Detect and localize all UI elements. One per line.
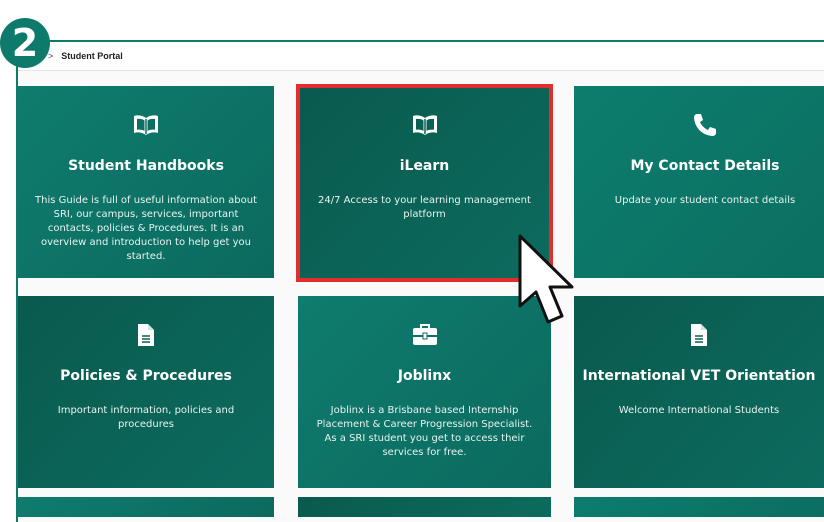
breadcrumb-current[interactable]: Student Portal	[61, 51, 123, 61]
document-icon	[574, 322, 824, 348]
tile-partial[interactable]	[298, 497, 551, 517]
tile-description: This Guide is full of useful information…	[35, 195, 257, 262]
tile-description: Update your student contact details	[614, 195, 796, 206]
briefcase-icon	[298, 322, 551, 348]
tile-partial[interactable]	[18, 497, 274, 517]
step-number-badge: 2	[0, 18, 50, 68]
mouse-pointer-icon	[516, 232, 588, 336]
tile-title: My Contact Details	[630, 158, 780, 174]
selection-highlight	[296, 84, 553, 282]
tile-international-vet-orientation[interactable]: International VET Orientation Welcome In…	[574, 296, 824, 488]
tile-description: Welcome International Students	[618, 405, 780, 416]
tile-joblinx[interactable]: Joblinx Joblinx is a Brisbane based Inte…	[298, 296, 551, 488]
tile-policies-procedures[interactable]: Policies & Procedures Important informat…	[18, 296, 274, 488]
tile-my-contact-details[interactable]: My Contact Details Update your student c…	[574, 86, 824, 278]
tile-title: Policies & Procedures	[60, 368, 232, 384]
phone-icon	[574, 112, 824, 138]
tile-description: Joblinx is a Brisbane based Internship P…	[316, 405, 533, 458]
tile-description: Important information, policies and proc…	[57, 405, 235, 430]
book-icon	[18, 114, 274, 140]
tile-title: International VET Orientation	[582, 368, 816, 384]
tile-student-handbooks[interactable]: Student Handbooks This Guide is full of …	[18, 86, 274, 278]
breadcrumb: > Student Portal	[18, 42, 824, 71]
tile-title: Joblinx	[397, 368, 452, 384]
document-icon	[18, 322, 274, 348]
tile-title: Student Handbooks	[68, 158, 224, 174]
tile-partial[interactable]	[574, 497, 824, 517]
breadcrumb-separator: >	[48, 51, 54, 61]
